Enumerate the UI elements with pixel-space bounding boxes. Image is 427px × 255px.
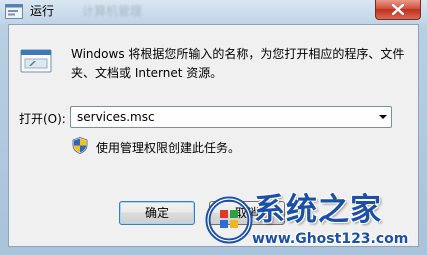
- window-title-blurred: 计算机管理: [82, 4, 143, 18]
- open-combobox[interactable]: services.msc: [70, 106, 392, 128]
- dropdown-arrow-icon[interactable]: [379, 115, 387, 119]
- description-text: Windows 将根据您所输入的名称，为您打开相应的程序、文件夹、文档或 Int…: [71, 47, 405, 80]
- close-button[interactable]: [375, 0, 421, 20]
- window-title: 运行: [30, 4, 55, 18]
- close-icon: [392, 4, 404, 15]
- admin-note: 使用管理权限创建此任务。: [96, 141, 241, 155]
- watermark-logo: [205, 196, 253, 244]
- run-program-icon: [20, 49, 52, 73]
- open-input[interactable]: services.msc: [77, 109, 155, 125]
- uac-shield-icon: [72, 137, 88, 154]
- run-dialog-icon: [5, 4, 23, 19]
- open-label: 打开(O):: [19, 112, 66, 126]
- title-bar[interactable]: 运行 计算机管理: [0, 0, 427, 24]
- watermark-url: www.Ghost123.com: [252, 231, 409, 247]
- run-dialog-window: 运行 计算机管理 Windows 将根据您所输入的名称，为您打开相应的程序、文件…: [0, 0, 427, 255]
- ok-button[interactable]: 确定: [119, 201, 195, 225]
- watermark-title: 系统之家: [254, 192, 382, 228]
